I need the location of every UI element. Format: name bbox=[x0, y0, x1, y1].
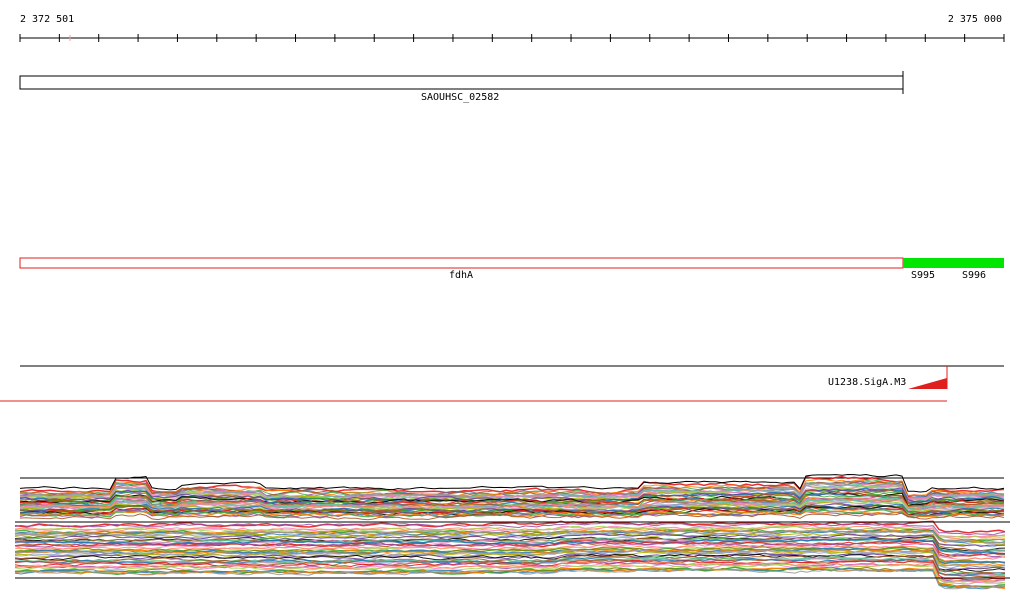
gene-label: fdhA bbox=[449, 270, 474, 281]
gene-feature-fdhA[interactable] bbox=[19, 257, 904, 269]
expression-profile-panel-top bbox=[19, 473, 1005, 521]
segment-feature-s995[interactable] bbox=[903, 258, 953, 268]
coordinate-ruler bbox=[19, 34, 1005, 42]
segment-feature-s996[interactable] bbox=[953, 258, 1004, 268]
genome-browser-canvas bbox=[0, 34, 1010, 590]
locus-feature[interactable] bbox=[19, 75, 904, 90]
ruler-end-label: 2 375 000 bbox=[947, 14, 1002, 25]
segment-label-s996: S996 bbox=[962, 270, 987, 281]
expression-profile-panel-bottom bbox=[14, 520, 1010, 590]
gene-track[interactable] bbox=[19, 257, 1004, 269]
segment-label-s995: S995 bbox=[911, 270, 936, 281]
motif-label: U1238.SigA.M3 bbox=[828, 377, 907, 388]
locus-track[interactable] bbox=[19, 71, 904, 94]
ruler-start-label: 2 372 501 bbox=[20, 14, 75, 25]
motif-feature-sigA[interactable] bbox=[908, 378, 947, 389]
locus-label: SAOUHSC_02582 bbox=[421, 92, 500, 103]
